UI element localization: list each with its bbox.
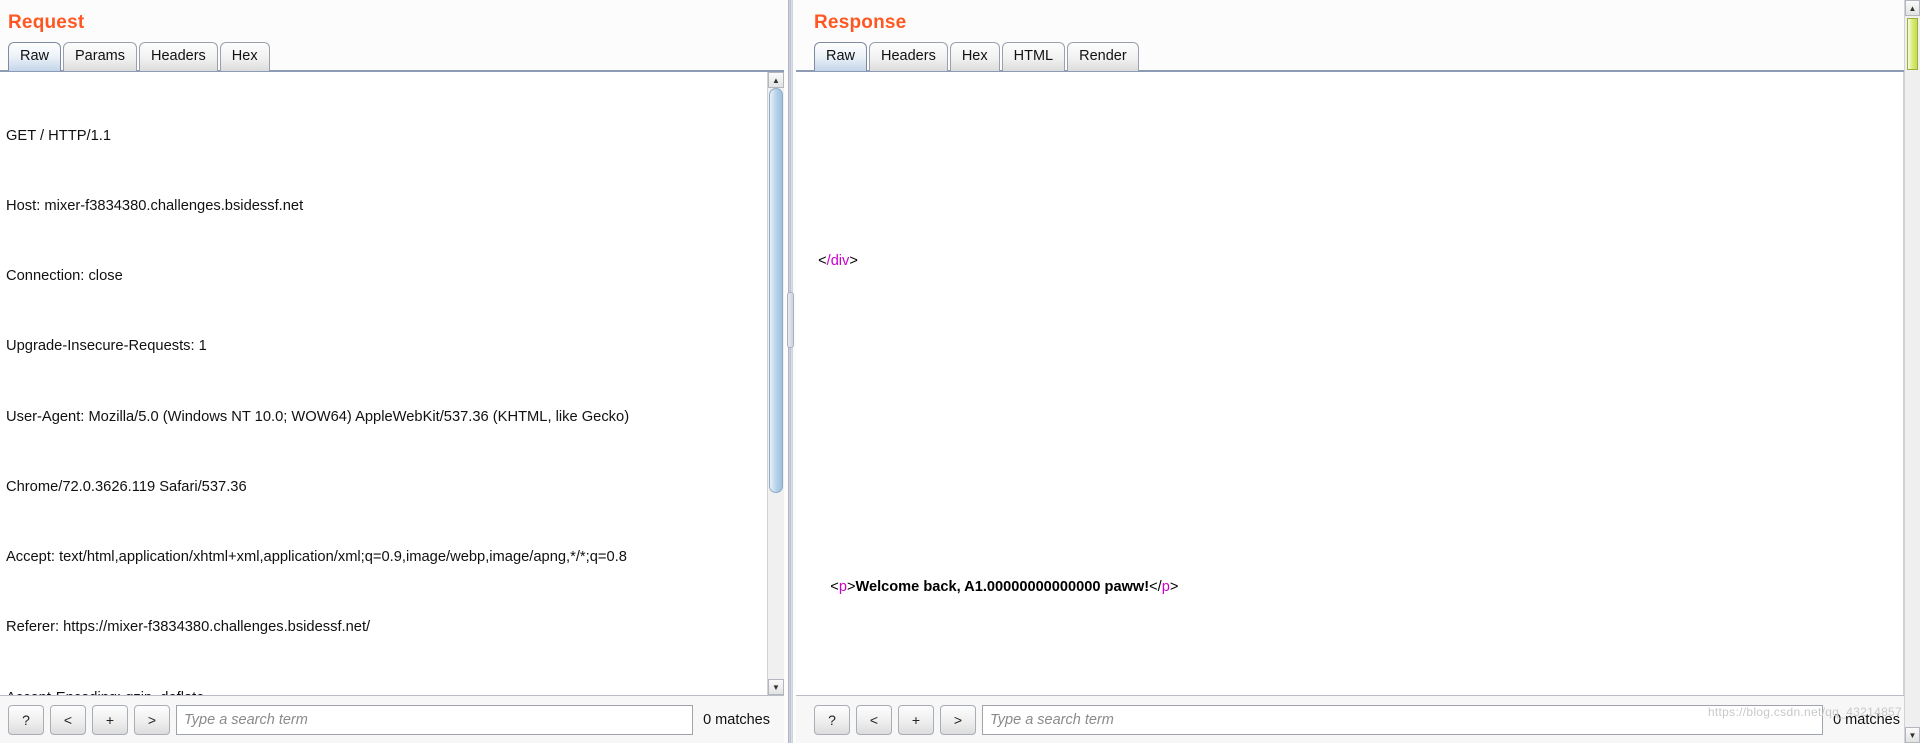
- burp-suite-window: Request Raw Params Headers Hex GET / HTT…: [0, 0, 1920, 743]
- request-line: GET / HTTP/1.1: [6, 127, 112, 144]
- response-editor-area: </div> <p>Welcome back, A1.0000000000000…: [796, 72, 1920, 696]
- watermark-text: https://blog.csdn.net/qq_43214857: [1707, 705, 1902, 719]
- response-raw-text[interactable]: </div> <p>Welcome back, A1.0000000000000…: [796, 72, 1903, 695]
- request-line: User-Agent: Mozilla/5.0 (Windows NT 10.0…: [6, 408, 630, 425]
- request-match-count: 0 matches: [703, 711, 770, 728]
- scroll-down-icon[interactable]: ▼: [768, 679, 784, 695]
- response-tabbar: Raw Headers Hex HTML Render: [796, 42, 1920, 72]
- response-search-bar: ? < + > 0 matches: [796, 696, 1920, 743]
- request-add-search-button[interactable]: +: [92, 704, 128, 735]
- request-line: Host: mixer-f3834380.challenges.bsidessf…: [6, 198, 304, 215]
- request-search-input[interactable]: [176, 704, 694, 735]
- request-panel-title: Request: [8, 12, 85, 33]
- request-scroll-thumb[interactable]: [769, 88, 783, 493]
- tab-request-raw[interactable]: Raw: [8, 42, 62, 71]
- request-editor-area: GET / HTTP/1.1 Host: mixer-f3834380.chal…: [0, 72, 784, 696]
- welcome-message: Welcome back, A1.00000000000000 paww!: [855, 579, 1150, 596]
- pane-splitter[interactable]: [784, 0, 796, 743]
- scroll-up-icon[interactable]: ▲: [768, 72, 784, 88]
- tab-response-hex[interactable]: Hex: [949, 42, 1000, 71]
- window-scroll-up-icon[interactable]: ▲: [1905, 0, 1920, 16]
- request-line: Upgrade-Insecure-Requests: 1: [6, 338, 207, 355]
- response-panel-title: Response: [814, 12, 907, 33]
- angle-open: <: [830, 579, 839, 596]
- response-add-search-button[interactable]: +: [898, 704, 934, 735]
- window-vertical-scrollbar[interactable]: ▲ ▼: [1904, 0, 1920, 743]
- request-help-button[interactable]: ?: [8, 704, 44, 735]
- request-scroll-track[interactable]: [768, 88, 784, 679]
- request-next-match-button[interactable]: >: [134, 704, 170, 735]
- angle-close: >: [849, 252, 858, 269]
- response-close-div-line: </div>: [810, 250, 1895, 273]
- request-raw-text[interactable]: GET / HTTP/1.1 Host: mixer-f3834380.chal…: [0, 72, 767, 695]
- tab-response-html[interactable]: HTML: [1001, 42, 1066, 71]
- splitter-grip[interactable]: [787, 292, 794, 348]
- window-scroll-down-icon[interactable]: ▼: [1905, 727, 1920, 743]
- p-tag: p: [1161, 579, 1170, 596]
- window-scroll-track[interactable]: [1905, 16, 1920, 727]
- response-help-button[interactable]: ?: [814, 704, 850, 735]
- response-prev-match-button[interactable]: <: [856, 704, 892, 735]
- request-line: Connection: close: [6, 268, 123, 285]
- response-next-match-button[interactable]: >: [940, 704, 976, 735]
- tab-response-headers[interactable]: Headers: [869, 42, 948, 71]
- angle-open: <: [818, 252, 827, 269]
- window-scroll-thumb[interactable]: [1907, 18, 1918, 70]
- p-tag: p: [838, 579, 847, 596]
- request-prev-match-button[interactable]: <: [50, 704, 86, 735]
- response-pane: Response Raw Headers Hex HTML Render </d…: [796, 0, 1920, 743]
- request-tabbar: Raw Params Headers Hex: [0, 42, 784, 72]
- tab-request-hex[interactable]: Hex: [219, 42, 270, 71]
- request-line: Chrome/72.0.3626.119 Safari/537.36: [6, 478, 247, 495]
- request-line: Accept-Encoding: gzip, deflate: [6, 687, 759, 695]
- request-pane: Request Raw Params Headers Hex GET / HTT…: [0, 0, 784, 743]
- div-tag: /div: [826, 252, 850, 269]
- tab-request-headers[interactable]: Headers: [138, 42, 218, 71]
- angle-close: >: [1169, 579, 1179, 596]
- response-welcome-line: <p>Welcome back, A1.00000000000000 paww!…: [810, 576, 1895, 599]
- tab-response-render[interactable]: Render: [1067, 42, 1139, 71]
- request-vertical-scrollbar[interactable]: ▲ ▼: [767, 72, 784, 695]
- request-line: Referer: https://mixer-f3834380.challeng…: [6, 619, 371, 636]
- angle-open: </: [1149, 579, 1162, 596]
- tab-response-raw[interactable]: Raw: [814, 42, 868, 71]
- request-search-bar: ? < + > 0 matches: [0, 696, 784, 743]
- request-line: Accept: text/html,application/xhtml+xml,…: [6, 549, 627, 566]
- tab-request-params[interactable]: Params: [63, 42, 137, 71]
- response-search-input[interactable]: [982, 704, 1824, 735]
